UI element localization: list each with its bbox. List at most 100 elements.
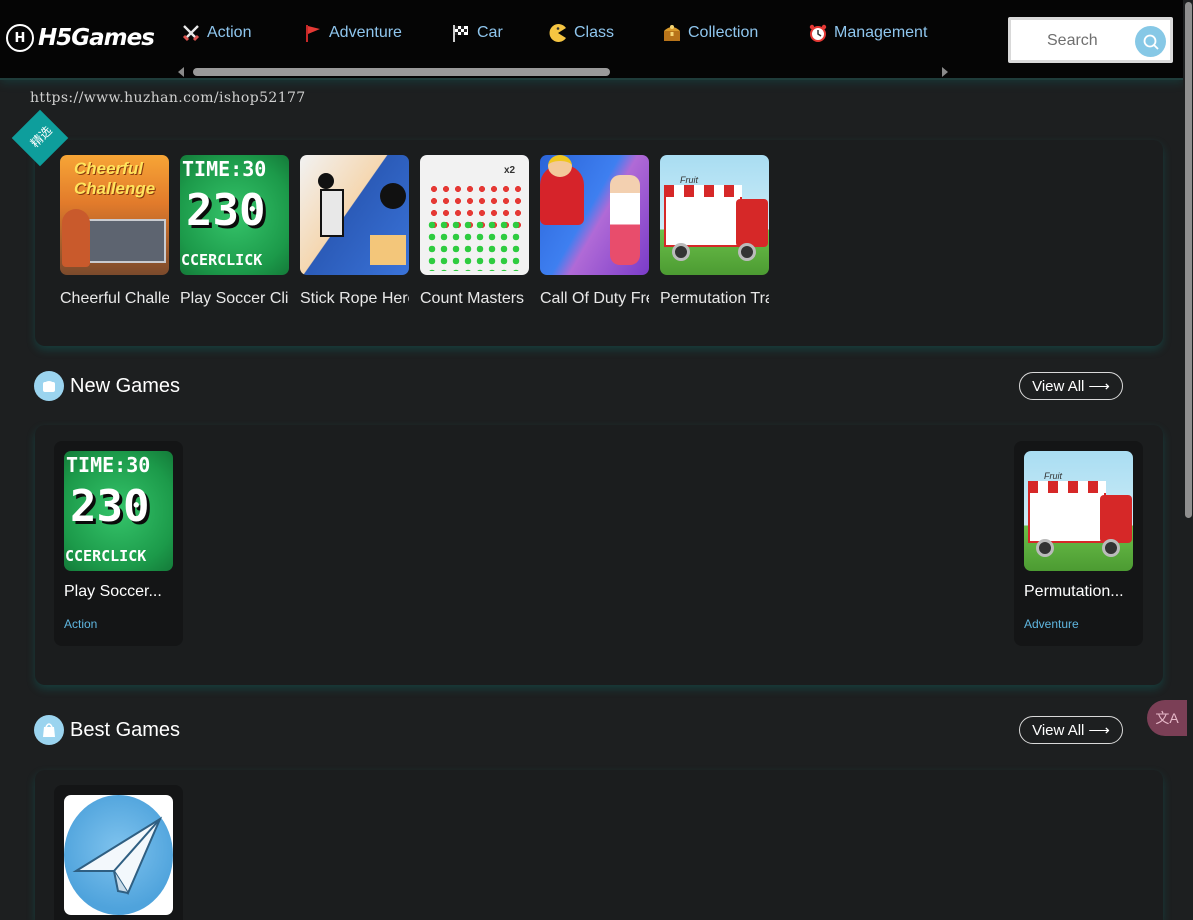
game-category-link[interactable]: Adventure xyxy=(1024,617,1079,631)
thumbnail-wheel xyxy=(738,243,756,261)
page-scrollbar[interactable] xyxy=(1183,0,1193,920)
game-thumbnail[interactable]: Cheerful Challenge xyxy=(60,155,169,275)
thumbnail-wheel xyxy=(672,243,690,261)
new-games-view-all-button[interactable]: View All ⟶ xyxy=(1019,372,1123,400)
nav-item-car[interactable]: Car xyxy=(450,20,547,46)
pacman-icon xyxy=(547,22,569,44)
thumbnail-caption-mid: 230 xyxy=(70,481,150,532)
featured-game-card[interactable]: Stick Rope Hero xyxy=(300,155,409,308)
nav-item-adventure[interactable]: Adventure xyxy=(302,20,450,46)
best-games-icon xyxy=(34,715,64,745)
nav-item-action[interactable]: Action xyxy=(180,20,302,46)
thumbnail-caption-top: TIME:30 xyxy=(182,157,267,181)
new-games-title: New Games xyxy=(70,374,181,397)
best-games-view-all-button[interactable]: View All ⟶ xyxy=(1019,716,1123,744)
arrow-right-icon: ⟶ xyxy=(1088,378,1110,395)
new-games-header: New Games xyxy=(34,371,180,401)
featured-game-title[interactable]: Stick Rope Hero xyxy=(300,290,409,308)
game-name[interactable]: Play Soccer... xyxy=(64,583,173,601)
featured-game-card[interactable]: Call Of Duty Free xyxy=(540,155,649,308)
new-games-icon xyxy=(34,371,64,401)
thumbnail-wheel xyxy=(1102,539,1120,557)
thumbnail-caption-bot: CCERCLICK xyxy=(65,547,147,565)
swords-icon xyxy=(180,22,202,44)
translate-icon: 文A xyxy=(1155,710,1179,726)
thumbnail-truck-body xyxy=(664,195,742,247)
game-thumbnail[interactable]: TIME:30 230 CCERCLICK xyxy=(64,451,173,571)
thumbnail-caption: Fruit xyxy=(680,175,698,185)
site-logo[interactable]: H H5Games xyxy=(6,24,155,52)
thumbnail-truck-cab xyxy=(1100,495,1132,543)
game-card[interactable]: Fruit Permutation... Adventure xyxy=(1014,441,1143,646)
thumbnail-wheel xyxy=(1036,539,1054,557)
best-games-panel xyxy=(35,770,1163,920)
game-thumbnail[interactable] xyxy=(300,155,409,275)
game-thumbnail[interactable]: Fruit xyxy=(660,155,769,275)
view-all-label: View All xyxy=(1032,377,1085,395)
featured-game-title[interactable]: Count Masters xyxy=(420,290,529,308)
translate-button[interactable]: 文A xyxy=(1147,700,1187,736)
thumbnail-awning xyxy=(664,185,742,197)
best-games-header: Best Games xyxy=(34,715,180,745)
thumbnail-character xyxy=(62,209,90,267)
featured-game-card[interactable]: Cheerful Challenge Cheerful Challenge xyxy=(60,155,169,308)
nav-item-class[interactable]: Class xyxy=(547,20,661,46)
flag-icon xyxy=(302,22,324,44)
thumbnail-truck-body xyxy=(1028,491,1106,543)
arrow-right-icon: ⟶ xyxy=(1088,722,1110,739)
featured-game-title[interactable]: Cheerful Challenge xyxy=(60,290,169,308)
nav-scrollbar[interactable] xyxy=(176,66,950,78)
thumbnail-awning xyxy=(1028,481,1106,493)
thumbnail-archer xyxy=(610,175,640,265)
featured-game-title[interactable]: Call Of Duty Free xyxy=(540,290,649,308)
thumbnail-enemy xyxy=(380,183,406,209)
view-all-label: View All xyxy=(1032,721,1085,739)
checkered-flag-icon xyxy=(450,22,472,44)
thumbnail-multiplier: x2 xyxy=(504,165,516,176)
treasure-chest-icon xyxy=(661,22,683,44)
thumbnail-caption-bot: CCERCLICK xyxy=(181,251,263,269)
thumbnail-truck-cab xyxy=(736,199,768,247)
nav-scrollbar-thumb[interactable] xyxy=(193,68,610,76)
featured-game-title[interactable]: Play Soccer Click xyxy=(180,290,289,308)
nav-label-car: Car xyxy=(477,24,503,41)
nav-label-collection: Collection xyxy=(688,24,759,41)
alarm-clock-icon xyxy=(807,22,829,44)
thumbnail-caption: Cheerful Challenge xyxy=(74,159,156,198)
thumbnail-hero-head xyxy=(548,155,572,177)
category-nav: Action Adventure Car Class Collection Ma… xyxy=(180,20,947,46)
search-icon xyxy=(1143,34,1159,50)
featured-game-card[interactable]: Fruit Permutation Train xyxy=(660,155,769,308)
scroll-right-arrow-icon[interactable] xyxy=(942,67,948,77)
nav-label-class: Class xyxy=(574,24,615,41)
paper-plane-icon xyxy=(72,816,163,896)
game-thumbnail[interactable]: x2 xyxy=(420,155,529,275)
featured-game-card[interactable]: x2 Count Masters xyxy=(420,155,529,308)
game-thumbnail[interactable] xyxy=(64,795,173,915)
game-thumbnail[interactable] xyxy=(540,155,649,275)
nav-item-collection[interactable]: Collection xyxy=(661,20,807,46)
thumbnail-caption-mid: 230 xyxy=(186,185,266,236)
scroll-left-arrow-icon[interactable] xyxy=(178,67,184,77)
game-thumbnail[interactable]: Fruit xyxy=(1024,451,1133,571)
game-card[interactable] xyxy=(54,785,183,920)
nav-item-management[interactable]: Management xyxy=(807,20,947,46)
thumbnail-caption: Fruit xyxy=(1044,471,1062,481)
thumbnail-board xyxy=(86,219,166,263)
nav-label-action: Action xyxy=(207,24,252,41)
thumbnail-box xyxy=(370,235,406,265)
featured-game-title[interactable]: Permutation Train xyxy=(660,290,769,308)
new-games-panel: TIME:30 230 CCERCLICK Play Soccer... Act… xyxy=(35,425,1163,685)
game-name[interactable]: Permutation... xyxy=(1024,583,1133,601)
logo-mark-icon: H xyxy=(6,24,34,52)
page-scrollbar-thumb[interactable] xyxy=(1185,2,1192,518)
search-button[interactable] xyxy=(1135,26,1166,57)
search-input[interactable] xyxy=(1021,29,1131,53)
top-header: H H5Games Action Adventure Car Class Col… xyxy=(0,0,1183,80)
thumbnail-crowd-green xyxy=(426,219,523,271)
featured-game-card[interactable]: TIME:30 230 CCERCLICK Play Soccer Click xyxy=(180,155,289,308)
nav-label-adventure: Adventure xyxy=(329,24,402,41)
game-card[interactable]: TIME:30 230 CCERCLICK Play Soccer... Act… xyxy=(54,441,183,646)
game-category-link[interactable]: Action xyxy=(64,617,97,631)
game-thumbnail[interactable]: TIME:30 230 CCERCLICK xyxy=(180,155,289,275)
